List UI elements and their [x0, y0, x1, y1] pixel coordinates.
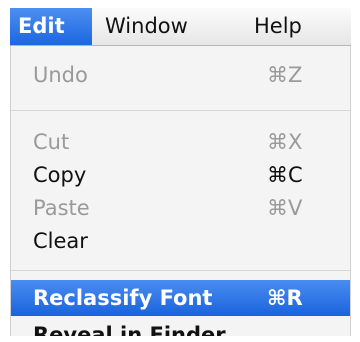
menu-item-reclassify-font[interactable]: Reclassify Font ⌘R	[11, 280, 350, 316]
menu-item-label: Clear	[33, 229, 88, 253]
menu-item-copy[interactable]: Copy ⌘C	[11, 158, 350, 192]
menu-item-paste[interactable]: Paste ⌘V	[11, 191, 350, 225]
menubar-help[interactable]: Help	[254, 8, 324, 45]
menu-item-label: Cut	[33, 130, 70, 154]
menu-item-label: Reveal in Finder	[33, 323, 226, 336]
menu-item-shortcut: ⌘V	[267, 196, 303, 220]
menu-item-label: Paste	[33, 196, 90, 220]
screenshot-frame: Edit Window Help Undo ⌘Z Cut ⌘X Copy ⌘C …	[0, 0, 360, 342]
menu-item-label: Reclassify Font	[33, 286, 213, 310]
menubar-window[interactable]: Window	[105, 8, 225, 45]
menu-item-shortcut: ⌘X	[267, 130, 303, 154]
menu-item-label: Undo	[33, 63, 88, 87]
menu-separator	[11, 270, 350, 271]
menubar-edit[interactable]: Edit	[10, 8, 92, 45]
edit-menu-dropdown: Undo ⌘Z Cut ⌘X Copy ⌘C Paste ⌘V Clear Re…	[10, 46, 351, 336]
menu-item-shortcut: ⌘R	[267, 286, 303, 310]
menu-item-clear[interactable]: Clear	[11, 224, 350, 258]
menu-item-label: Copy	[33, 163, 87, 187]
menu-item-cut[interactable]: Cut ⌘X	[11, 125, 350, 159]
menu-separator	[11, 110, 350, 111]
menu-bar: Edit Window Help	[10, 8, 351, 46]
menu-item-shortcut: ⌘Z	[267, 63, 303, 87]
menu-item-reveal-in-finder[interactable]: Reveal in Finder	[11, 318, 350, 336]
menu-item-undo[interactable]: Undo ⌘Z	[11, 58, 350, 92]
menu-item-shortcut: ⌘C	[267, 163, 303, 187]
